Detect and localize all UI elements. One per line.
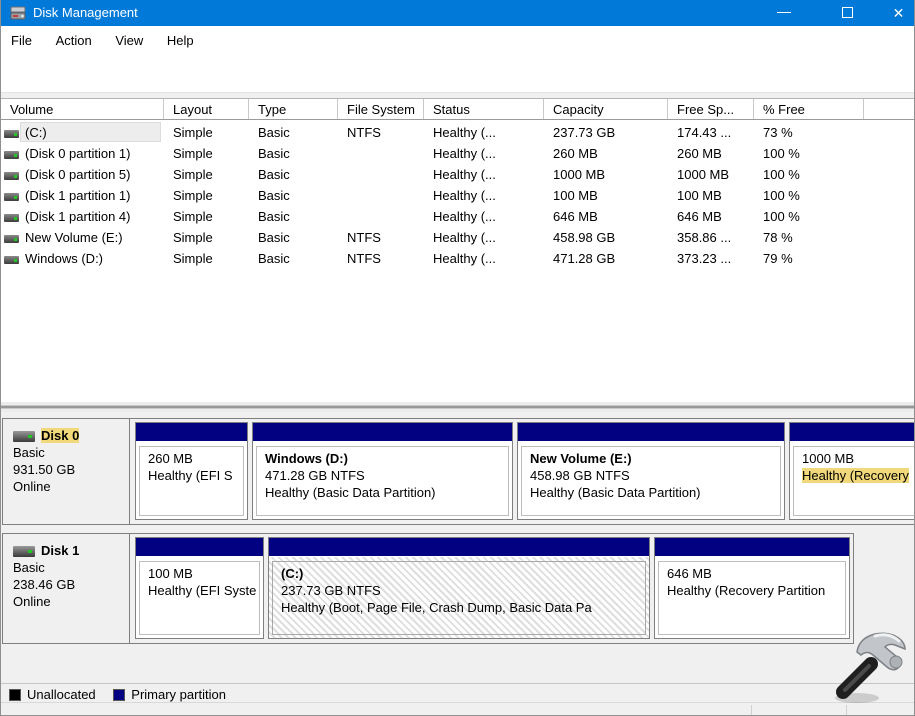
disk0-partition-recovery[interactable]: 1000 MB Healthy (Recovery xyxy=(789,422,915,520)
col-type[interactable]: Type xyxy=(249,99,338,119)
col-status[interactable]: Status xyxy=(424,99,544,119)
disk0-partition-efi[interactable]: 260 MB Healthy (EFI S xyxy=(135,422,248,520)
primary-partition-band xyxy=(790,423,915,442)
disk0-row: Disk 0 Basic 931.50 GB Online 260 MB Hea… xyxy=(2,418,915,525)
menu-file[interactable]: File xyxy=(1,26,42,48)
col-file-system[interactable]: File System xyxy=(338,99,424,119)
col-layout[interactable]: Layout xyxy=(164,99,249,119)
primary-partition-band xyxy=(253,423,512,442)
table-row[interactable]: New Volume (E:) Simple Basic NTFS Health… xyxy=(1,227,915,248)
primary-partition-band xyxy=(655,538,849,557)
primary-partition-band xyxy=(518,423,784,442)
disk1-partition-recovery[interactable]: 646 MB Healthy (Recovery Partition xyxy=(654,537,850,639)
menu-bar: File Action View Help xyxy=(1,26,915,57)
window-title: Disk Management xyxy=(33,5,138,20)
table-row[interactable]: Windows (D:) Simple Basic NTFS Healthy (… xyxy=(1,248,915,269)
status-bar xyxy=(1,702,915,716)
disk1-partition-efi[interactable]: 100 MB Healthy (EFI Syste xyxy=(135,537,264,639)
disk0-partition-new-volume-e[interactable]: New Volume (E:) 458.98 GB NTFS Healthy (… xyxy=(517,422,785,520)
table-row[interactable]: (Disk 0 partition 1) Simple Basic Health… xyxy=(1,143,915,164)
primary-partition-swatch xyxy=(113,689,125,701)
menu-help[interactable]: Help xyxy=(157,26,204,48)
disk0-label[interactable]: Disk 0 Basic 931.50 GB Online xyxy=(3,419,130,524)
graphical-view: Disk 0 Basic 931.50 GB Online 260 MB Hea… xyxy=(1,412,915,716)
volume-list: (C:) Simple Basic NTFS Healthy (... 237.… xyxy=(1,120,915,402)
disk-icon xyxy=(13,546,35,557)
toolbar: ? xyxy=(1,57,915,92)
col-capacity[interactable]: Capacity xyxy=(544,99,668,119)
maximize-button[interactable] xyxy=(827,0,872,26)
col-free-space[interactable]: Free Sp... xyxy=(668,99,754,119)
primary-partition-band xyxy=(269,538,649,557)
disk-icon xyxy=(13,431,35,442)
col-volume[interactable]: Volume xyxy=(1,99,164,119)
table-row[interactable]: (Disk 0 partition 5) Simple Basic Health… xyxy=(1,164,915,185)
disk1-partition-c-selected[interactable]: (C:) 237.73 GB NTFS Healthy (Boot, Page … xyxy=(268,537,650,639)
disk-management-window: Disk Management ✕ File Action View Help … xyxy=(0,0,915,716)
close-button[interactable]: ✕ xyxy=(881,0,915,26)
minimize-button[interactable] xyxy=(763,0,808,26)
col-pct-free[interactable]: % Free xyxy=(754,99,864,119)
disk-drive-icon xyxy=(10,6,26,20)
primary-partition-band xyxy=(136,538,263,557)
unallocated-swatch xyxy=(9,689,21,701)
menu-action[interactable]: Action xyxy=(46,26,102,48)
table-row[interactable]: (Disk 1 partition 1) Simple Basic Health… xyxy=(1,185,915,206)
legend-bar: Unallocated Primary partition xyxy=(1,683,915,702)
pane-splitter[interactable] xyxy=(1,402,915,412)
table-row[interactable]: (Disk 1 partition 4) Simple Basic Health… xyxy=(1,206,915,227)
primary-partition-band xyxy=(136,423,247,442)
volume-table-header: Volume Layout Type File System Status Ca… xyxy=(1,98,915,120)
hammer-icon xyxy=(823,622,915,710)
table-row[interactable]: (C:) Simple Basic NTFS Healthy (... 237.… xyxy=(1,122,915,143)
disk1-row: Disk 1 Basic 238.46 GB Online 100 MB Hea… xyxy=(2,533,854,644)
title-bar: Disk Management ✕ xyxy=(1,0,915,26)
menu-view[interactable]: View xyxy=(105,26,153,48)
col-empty xyxy=(864,99,915,119)
disk1-label[interactable]: Disk 1 Basic 238.46 GB Online xyxy=(3,534,130,643)
disk0-partition-windows-d[interactable]: Windows (D:) 471.28 GB NTFS Healthy (Bas… xyxy=(252,422,513,520)
